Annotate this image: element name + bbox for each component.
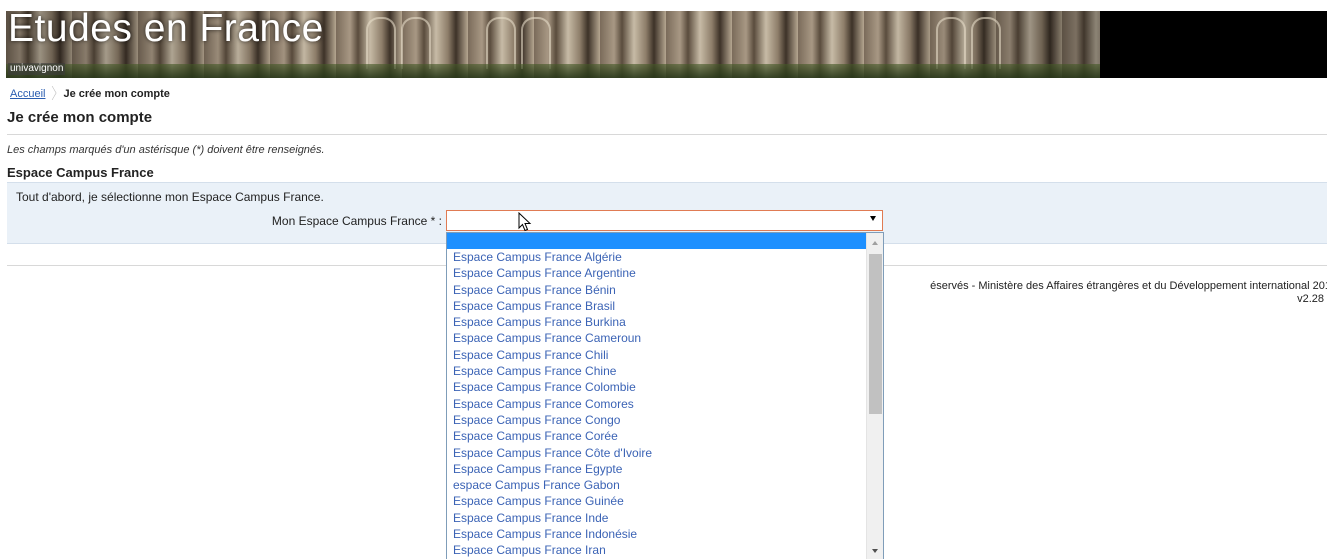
dropdown-option[interactable]: Espace Campus France Indonésie — [447, 526, 866, 542]
scroll-up-icon[interactable] — [867, 235, 883, 251]
dropdown-option[interactable]: Espace Campus France Cameroun — [447, 330, 866, 346]
dropdown-scrollbar[interactable] — [866, 233, 883, 559]
dropdown-option[interactable]: Espace Campus France Congo — [447, 412, 866, 428]
section-title: Espace Campus France — [7, 165, 154, 180]
dropdown-option[interactable]: Espace Campus France Corée — [447, 428, 866, 444]
window-decoration — [486, 17, 516, 69]
site-subtitle: univavignon — [8, 63, 66, 75]
dropdown-option[interactable]: Espace Campus France Bénin — [447, 282, 866, 298]
dropdown-option[interactable]: Espace Campus France Guinée — [447, 493, 866, 509]
dropdown-option[interactable]: Espace Campus France Burkina — [447, 314, 866, 330]
dropdown-option[interactable]: Espace Campus France Algérie — [447, 249, 866, 265]
window-decoration — [971, 17, 1001, 69]
breadcrumb-home-link[interactable]: Accueil — [10, 88, 45, 100]
footer: éservés - Ministère des Affaires étrangè… — [867, 280, 1327, 306]
chevron-down-icon[interactable] — [870, 216, 876, 221]
dropdown-option[interactable]: Espace Campus France Côte d'Ivoire — [447, 445, 866, 461]
dropdown-option[interactable]: Espace Campus France Chine — [447, 363, 866, 379]
dropdown-option[interactable]: Espace Campus France Chili — [447, 347, 866, 363]
campus-select[interactable] — [446, 210, 883, 231]
dropdown-option[interactable]: Espace Campus France Brasil — [447, 298, 866, 314]
banner-image-area: Etudes en France univavignon — [6, 11, 1327, 78]
required-fields-note: Les champs marqués d'un astérisque (*) d… — [7, 144, 325, 156]
dropdown-option[interactable]: espace Campus France Gabon — [447, 477, 866, 493]
dropdown-option[interactable]: Espace Campus France Argentine — [447, 265, 866, 281]
campus-dropdown-list[interactable]: Espace Campus France Algérie Espace Camp… — [446, 232, 884, 559]
dropdown-option-empty[interactable] — [447, 233, 866, 249]
breadcrumb: Accueil Je crée mon compte — [10, 86, 170, 100]
dropdown-option[interactable]: Espace Campus France Inde — [447, 510, 866, 526]
page-title: Je crée mon compte — [7, 109, 153, 126]
dropdown-option[interactable]: Espace Campus France Colombie — [447, 379, 866, 395]
scrollbar-thumb[interactable] — [869, 254, 882, 414]
dropdown-option[interactable]: Espace Campus France Comores — [447, 396, 866, 412]
dropdown-option[interactable]: Espace Campus France Egypte — [447, 461, 866, 477]
campus-select-label: Mon Espace Campus France * : — [271, 214, 442, 228]
window-decoration — [401, 17, 431, 69]
breadcrumb-chevron-icon — [51, 86, 58, 100]
window-decoration — [366, 17, 396, 69]
header-banner: Etudes en France univavignon — [0, 0, 1327, 80]
mouse-pointer-icon — [518, 212, 532, 232]
section-intro: Tout d'abord, je sélectionne mon Espace … — [16, 190, 324, 204]
window-decoration — [936, 17, 966, 69]
lawn-decoration — [6, 64, 1100, 78]
breadcrumb-current: Je crée mon compte — [63, 88, 170, 100]
footer-copyright: éservés - Ministère des Affaires étrangè… — [930, 280, 1327, 292]
dropdown-option[interactable]: Espace Campus France Iran — [447, 542, 866, 558]
footer-version: v2.28 — [1297, 293, 1324, 305]
window-decoration — [521, 17, 551, 69]
title-divider — [7, 134, 1327, 135]
scroll-down-icon[interactable] — [867, 543, 883, 559]
site-title: Etudes en France — [8, 11, 324, 50]
